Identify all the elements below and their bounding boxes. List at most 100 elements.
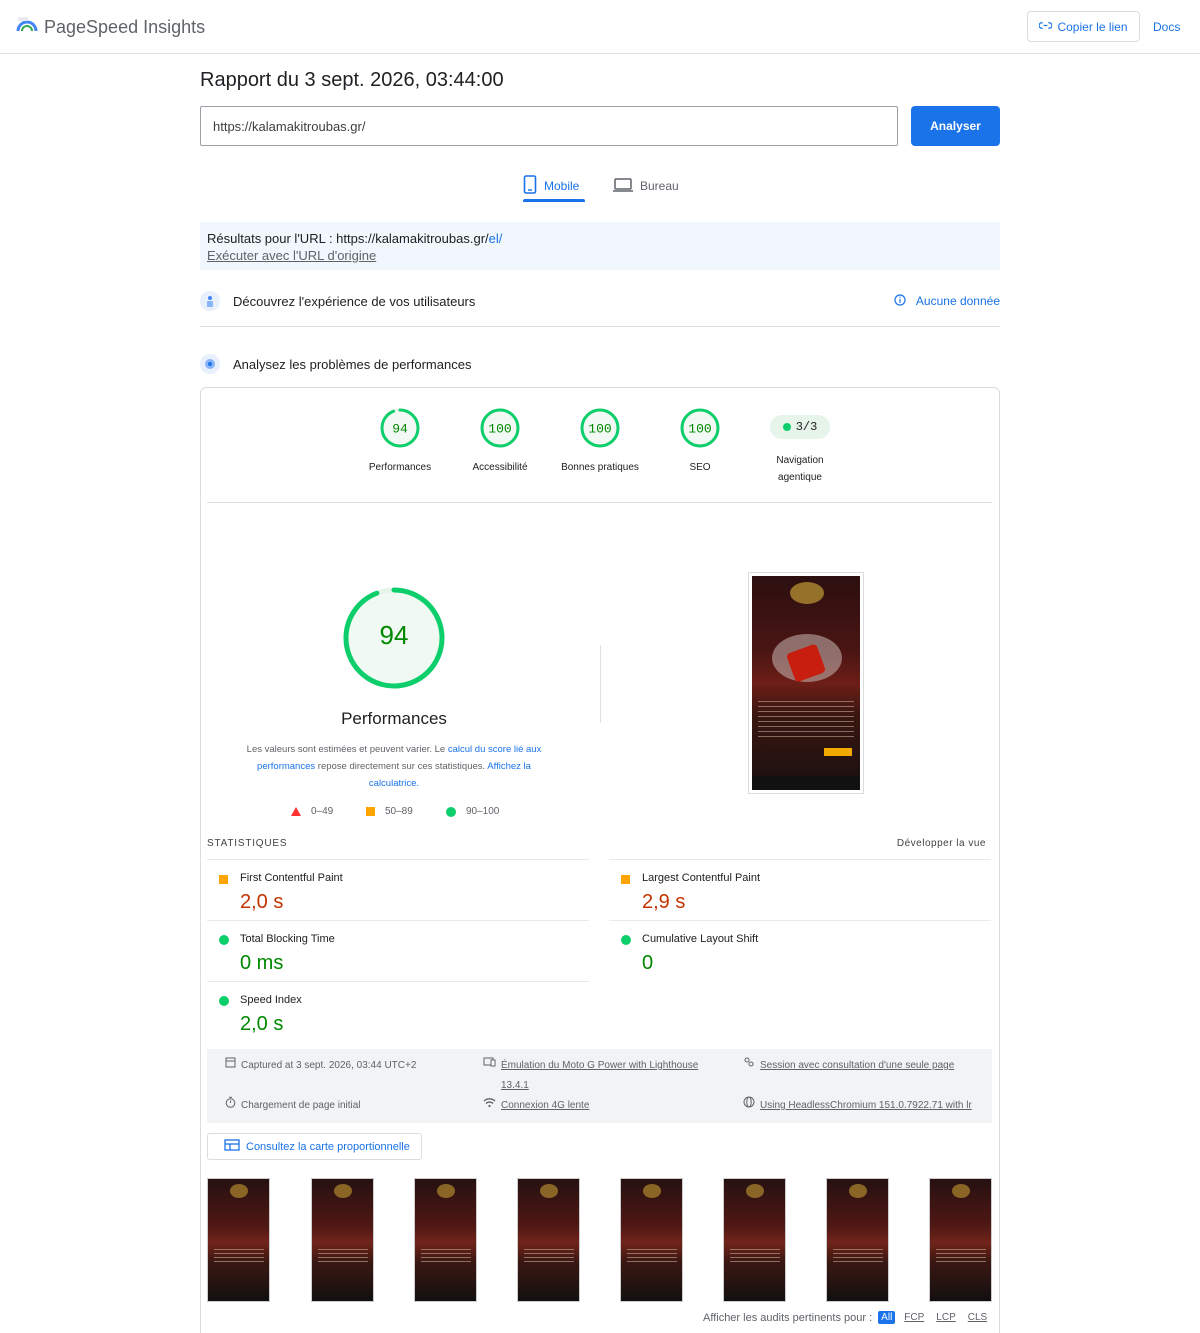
metric-value: 0: [642, 952, 654, 974]
run-original-url-link[interactable]: Exécuter avec l'URL d'origine: [207, 247, 993, 264]
filmstrip-frame-8: [929, 1178, 992, 1302]
runtime-browser[interactable]: Using HeadlessChromium 151.0.7922.71 wit…: [743, 1096, 972, 1116]
runtime-connection[interactable]: Connexion 4G lente: [483, 1096, 589, 1116]
runtime-captured-text: Captured at 3 sept. 2026, 03:44 UTC+2: [241, 1060, 417, 1071]
audit-filter-cls[interactable]: CLS: [965, 1311, 990, 1324]
runtime-emulation[interactable]: Émulation du Moto G Power with Lighthous…: [483, 1056, 698, 1096]
no-data-indicator[interactable]: Aucune donnée: [894, 293, 1000, 309]
metric-first-contentful-paint: First Contentful Paint 2,0 s: [207, 859, 589, 920]
device-icon: [483, 1056, 496, 1076]
category-gauge-performances[interactable]: 94 Performances: [350, 406, 450, 476]
final-screenshot[interactable]: [748, 572, 864, 794]
users-icon: [200, 291, 220, 311]
filmstrip-frame-1: [207, 1178, 270, 1302]
link-icon: [1038, 19, 1054, 35]
category-score: 100: [688, 422, 711, 437]
category-gauge-ring: 100: [580, 408, 620, 448]
section-divider: [200, 326, 1000, 327]
category-label: Bonnes pratiques: [561, 462, 639, 473]
category-label: Accessibilité: [472, 462, 528, 473]
metric-name: Speed Index: [240, 994, 302, 1006]
agentic-pill: 3/3: [770, 415, 830, 439]
runtime-connection-text: Connexion 4G lente: [501, 1100, 590, 1111]
copy-link-label: Copier le lien: [1057, 19, 1128, 34]
audit-filter-label: Afficher les audits pertinents pour :: [703, 1311, 873, 1324]
globe-icon: [743, 1096, 755, 1116]
filmstrip-frame-2: [311, 1178, 374, 1302]
results-url-suffix: el/: [488, 231, 503, 246]
category-label: Performances: [368, 462, 432, 473]
vertical-divider: [600, 645, 601, 723]
metric-value: 0 ms: [240, 952, 284, 974]
results-url-line: Résultats pour l'URL : https://kalamakit…: [207, 230, 993, 247]
metric-value: 2,9 s: [642, 891, 686, 913]
fail-triangle-icon: [291, 807, 301, 816]
disclaimer-text-1: Les valeurs sont estimées et peuvent var…: [246, 744, 448, 755]
app-name: PageSpeed Insights: [44, 17, 206, 37]
tab-desktop[interactable]: Bureau: [613, 170, 679, 202]
results-prefix: Résultats pour l'URL :: [207, 231, 337, 246]
average-square-icon: [621, 875, 630, 884]
analyze-button[interactable]: Analyser: [911, 106, 1000, 146]
filmstrip-frame-4: [517, 1178, 580, 1302]
copy-link-button[interactable]: Copier le lien: [1027, 11, 1140, 42]
desktop-icon: [613, 177, 633, 196]
info-icon: [894, 293, 906, 309]
psi-logo-icon: [16, 14, 38, 41]
timer-icon: [225, 1096, 236, 1116]
audit-filter-all[interactable]: All: [878, 1311, 896, 1324]
agentic-label: Navigation agentique: [750, 452, 850, 486]
pass-dot-icon: [782, 423, 791, 431]
report-title: Rapport du 3 sept. 2026, 03:44:00: [200, 69, 504, 91]
tab-desktop-label: Bureau: [640, 179, 679, 193]
gauges-divider: [207, 502, 992, 503]
stats-heading: STATISTIQUES: [207, 838, 288, 849]
legend-pass: 90–100: [446, 806, 499, 817]
wifi-icon: [483, 1096, 496, 1116]
audit-filter-lcp[interactable]: LCP: [933, 1311, 958, 1324]
agentic-label-line1: Navigation: [776, 455, 824, 466]
expand-view-toggle[interactable]: Développer la vue: [897, 838, 986, 849]
score-disclaimer: Les valeurs sont estimées et peuvent var…: [240, 741, 548, 792]
category-score: 94: [392, 422, 408, 437]
mobile-icon: [523, 175, 537, 197]
performance-score: 94: [379, 620, 409, 650]
runtime-session[interactable]: Session avec consultation d'une seule pa…: [743, 1056, 954, 1076]
runtime-browser-text: Using HeadlessChromium 151.0.7922.71 wit…: [760, 1100, 972, 1111]
average-square-icon: [366, 807, 375, 816]
runtime-load: Chargement de page initial: [225, 1096, 361, 1116]
audit-filter-fcp[interactable]: FCP: [901, 1311, 927, 1324]
metric-speed-index: Speed Index 2,0 s: [207, 981, 589, 1042]
metric-value: 2,0 s: [240, 1013, 284, 1035]
category-gauge-ring: 100: [480, 408, 520, 448]
app-logo[interactable]: PageSpeed Insights: [16, 14, 205, 41]
category-gauge-ring: 94: [380, 408, 420, 448]
metric-largest-contentful-paint: Largest Contentful Paint 2,9 s: [609, 859, 991, 920]
metric-total-blocking-time: Total Blocking Time 0 ms: [207, 920, 589, 981]
tab-mobile[interactable]: Mobile: [523, 170, 586, 202]
performance-icon: [200, 354, 220, 374]
docs-link[interactable]: Docs: [1153, 20, 1180, 34]
category-gauge-seo[interactable]: 100 SEO: [650, 406, 750, 476]
agentic-browsing-score[interactable]: 3/3 Navigation agentique: [750, 406, 850, 486]
legend-average: 50–89: [366, 806, 413, 817]
url-input[interactable]: [200, 106, 898, 146]
calendar-icon: [225, 1056, 236, 1076]
view-treemap-button[interactable]: Consultez la carte proportionnelle: [207, 1133, 422, 1160]
performance-label: Performances: [341, 709, 447, 728]
legend-fail: 0–49: [291, 806, 333, 817]
pass-circle-icon: [219, 996, 229, 1006]
pass-circle-icon: [219, 935, 229, 945]
category-gauge-accessibilité[interactable]: 100 Accessibilité: [450, 406, 550, 476]
field-data-section[interactable]: Découvrez l'expérience de vos utilisateu…: [200, 281, 1000, 321]
pass-circle-icon: [446, 806, 456, 817]
legend-fail-label: 0–49: [311, 806, 334, 817]
treemap-icon: [224, 1139, 240, 1154]
runtime-emulation-text: Émulation du Moto G Power with Lighthous…: [501, 1056, 698, 1096]
runtime-load-text: Chargement de page initial: [241, 1100, 361, 1111]
category-score: 100: [588, 422, 611, 437]
category-gauge-bonnes-pratiques[interactable]: 100 Bonnes pratiques: [550, 406, 650, 476]
legend-pass-label: 90–100: [466, 806, 500, 817]
metric-name: Total Blocking Time: [240, 933, 335, 945]
legend-average-label: 50–89: [385, 806, 413, 817]
